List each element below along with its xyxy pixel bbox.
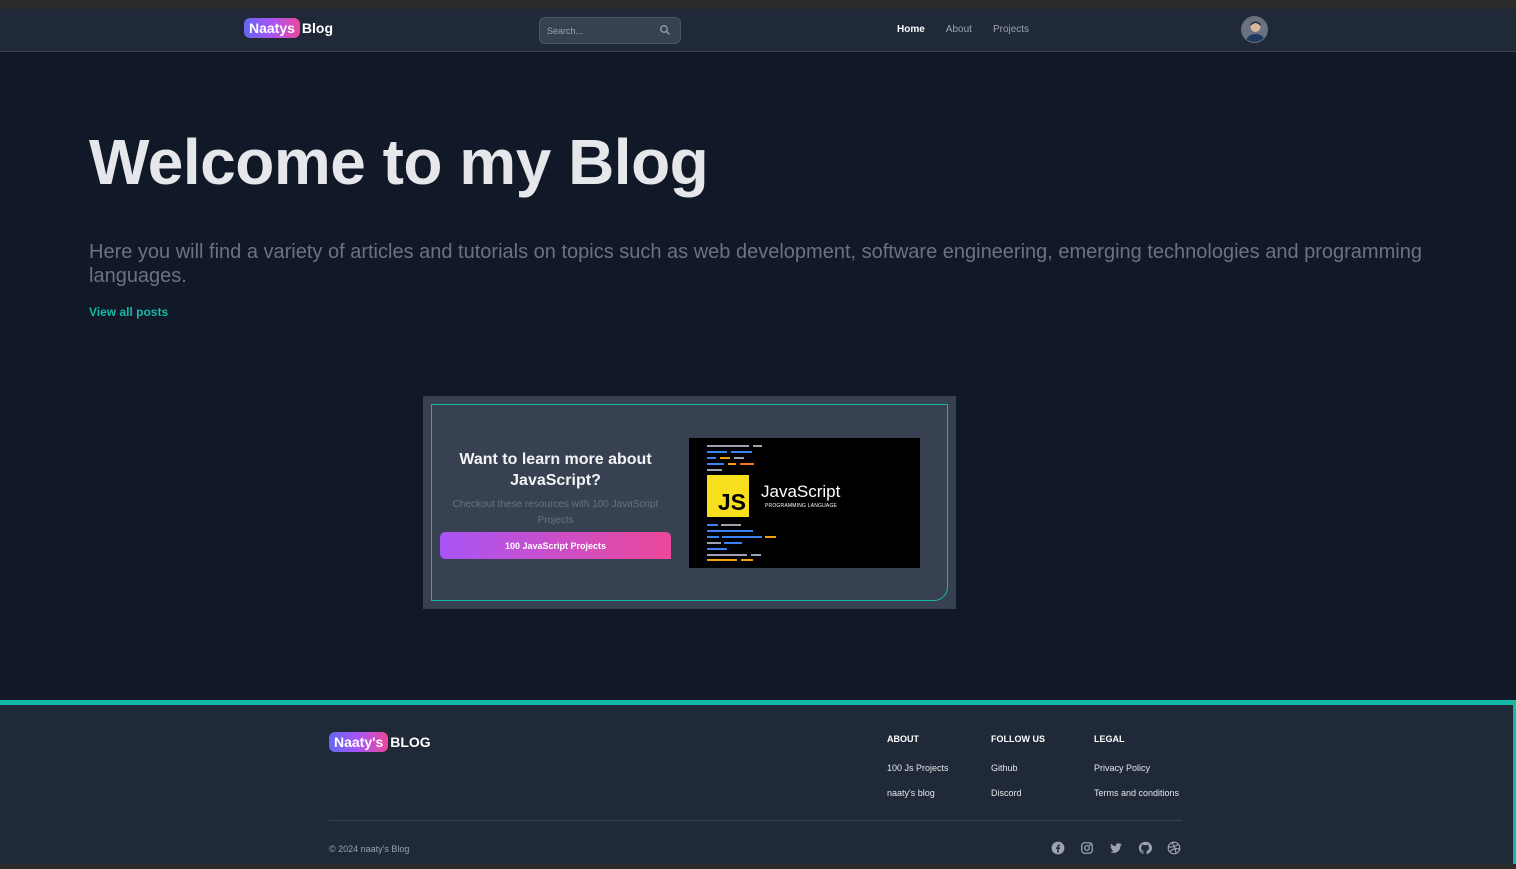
code-line: [731, 451, 752, 453]
nav-links: Home About Projects: [897, 24, 1029, 35]
search-icon[interactable]: [659, 24, 671, 36]
footer-logo-pill: Naaty's: [329, 732, 389, 752]
nav-link-about[interactable]: About: [946, 24, 972, 35]
footer-divider: [329, 820, 1182, 821]
footer-logo-text: BLOG: [390, 734, 431, 750]
code-line: [734, 457, 744, 459]
footer-column-follow-us: Follow us Github Discord: [991, 734, 1045, 798]
user-avatar[interactable]: [1241, 16, 1268, 43]
code-line: [720, 457, 730, 459]
hero-description: Here you will find a variety of articles…: [89, 241, 1422, 287]
code-line: [721, 524, 741, 526]
footer-link[interactable]: naaty's blog: [887, 788, 949, 798]
footer-link[interactable]: Privacy Policy: [1094, 763, 1179, 773]
code-line: [740, 463, 754, 465]
code-line: [751, 554, 761, 556]
footer-column-title: Legal: [1094, 734, 1125, 744]
javascript-subtitle: PROGRAMMING LANGUAGE: [765, 503, 838, 509]
logo-text: Blog: [301, 20, 334, 36]
code-line: [707, 451, 727, 453]
code-line: [724, 542, 742, 544]
code-line: [707, 542, 721, 544]
code-line: [707, 445, 749, 447]
footer-link[interactable]: Terms and conditions: [1094, 788, 1179, 798]
avatar-icon: [1242, 17, 1267, 42]
code-line: [741, 559, 753, 561]
footer-logo[interactable]: Naaty's BLOG: [329, 732, 431, 752]
footer-column-title: About: [887, 734, 919, 744]
code-line: [707, 457, 716, 459]
footer-link[interactable]: 100 Js Projects: [887, 763, 949, 773]
social-links: [1051, 841, 1181, 855]
window-bottom-strip: [0, 864, 1516, 869]
logo-pill: Naatys: [244, 18, 300, 38]
github-icon[interactable]: [1138, 841, 1152, 855]
footer-column-title: Follow us: [991, 734, 1045, 744]
facebook-icon[interactable]: [1051, 841, 1065, 855]
code-line: [728, 463, 736, 465]
dribbble-icon[interactable]: [1167, 841, 1181, 855]
copyright-text: © 2024 naaty's Blog: [329, 844, 410, 854]
promo-subtext: Checkout these resources with 100 JavaSc…: [452, 499, 659, 526]
javascript-banner-image: JS JavaScript PROGRAMMING LANGUAGE: [689, 438, 920, 568]
promo-section: Want to learn more about JavaScript? Che…: [423, 396, 956, 609]
code-line: [707, 554, 747, 556]
instagram-icon[interactable]: [1080, 841, 1094, 855]
view-all-posts-link[interactable]: View all posts: [89, 305, 168, 319]
code-line: [722, 536, 762, 538]
search-input[interactable]: [540, 18, 655, 43]
page-title: Welcome to my Blog: [89, 126, 709, 198]
js-projects-button[interactable]: 100 JavaScript Projects: [440, 532, 671, 559]
nav-link-projects[interactable]: Projects: [993, 24, 1029, 35]
code-line: [707, 536, 719, 538]
promo-heading: Want to learn more about JavaScript?: [459, 451, 652, 489]
code-line: [753, 445, 762, 447]
search-box: [539, 17, 681, 44]
window-top-strip: [0, 0, 1516, 9]
code-line: [765, 536, 776, 538]
code-line: [707, 469, 722, 471]
js-logo: JS: [707, 475, 749, 517]
code-line: [707, 463, 724, 465]
twitter-icon[interactable]: [1109, 841, 1123, 855]
promo-card: Want to learn more about JavaScript? Che…: [431, 404, 948, 601]
javascript-title: JavaScript: [761, 482, 841, 501]
code-line: [707, 559, 737, 561]
nav-link-home[interactable]: Home: [897, 24, 925, 35]
footer-column-about: About 100 Js Projects naaty's blog: [887, 734, 949, 798]
code-line: [707, 530, 753, 532]
code-line: [707, 524, 718, 526]
footer-column-legal: Legal Privacy Policy Terms and condition…: [1094, 734, 1179, 798]
promo-text-block: Want to learn more about JavaScript? Che…: [440, 449, 671, 529]
code-line: [707, 548, 727, 550]
footer-link[interactable]: Discord: [991, 788, 1045, 798]
site-logo[interactable]: Naatys Blog: [244, 18, 333, 38]
navbar: Naatys Blog Home About Projects: [0, 9, 1516, 52]
footer: Naaty's BLOG About 100 Js Projects naaty…: [0, 700, 1516, 869]
footer-link[interactable]: Github: [991, 763, 1045, 773]
